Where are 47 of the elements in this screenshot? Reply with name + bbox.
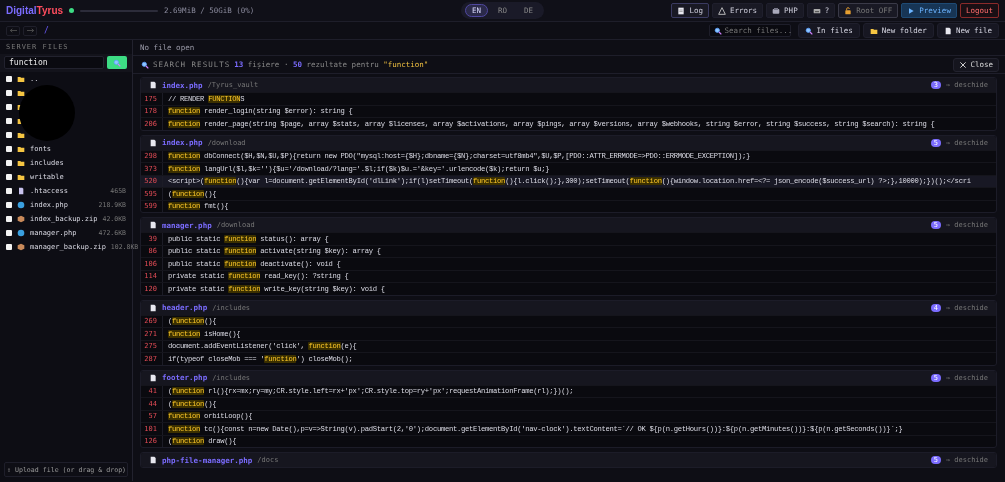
file-icon	[149, 373, 157, 382]
document-icon	[677, 6, 686, 15]
checkbox[interactable]	[6, 104, 12, 110]
back-button[interactable]	[6, 25, 20, 36]
warning-icon	[718, 6, 726, 15]
keyboard-icon	[812, 6, 821, 15]
checkbox[interactable]	[6, 216, 12, 222]
search-icon	[804, 26, 813, 35]
checkbox[interactable]	[6, 146, 12, 152]
logo: DigitalTyrus	[6, 5, 64, 16]
redaction-circle	[19, 85, 75, 141]
file-icon	[149, 138, 157, 147]
checkbox[interactable]	[6, 118, 12, 124]
checkbox[interactable]	[6, 174, 12, 180]
checkbox[interactable]	[6, 188, 12, 194]
arrow-left-icon	[9, 28, 17, 33]
globe-icon	[17, 201, 25, 209]
checkbox[interactable]	[6, 230, 12, 236]
file-icon	[149, 303, 157, 312]
file-icon	[943, 26, 952, 35]
forward-button[interactable]	[23, 25, 37, 36]
checkbox[interactable]	[6, 160, 12, 166]
search-icon	[113, 58, 121, 67]
checkbox[interactable]	[6, 244, 12, 250]
breadcrumb-path[interactable]: /	[44, 26, 49, 35]
folder-icon	[869, 26, 878, 35]
package-icon	[17, 243, 25, 251]
checkbox[interactable]	[6, 132, 12, 138]
globe-icon	[17, 229, 25, 237]
package-icon	[17, 215, 25, 223]
search-icon	[141, 60, 149, 69]
checkbox[interactable]	[6, 90, 12, 96]
file-icon	[149, 221, 157, 229]
checkbox[interactable]	[6, 76, 12, 82]
search-button[interactable]	[107, 56, 127, 69]
arrow-right-icon	[26, 28, 34, 33]
filter-field[interactable]: function	[4, 56, 104, 69]
play-icon	[907, 6, 916, 15]
checkbox[interactable]	[6, 202, 12, 208]
search-icon	[713, 26, 722, 35]
server-icon	[772, 6, 781, 15]
result-row[interactable]	[141, 174, 996, 187]
file-icon	[17, 187, 25, 195]
file-icon	[149, 81, 157, 89]
close-icon	[959, 60, 968, 69]
file-icon	[149, 456, 157, 464]
lock-icon	[844, 6, 853, 15]
